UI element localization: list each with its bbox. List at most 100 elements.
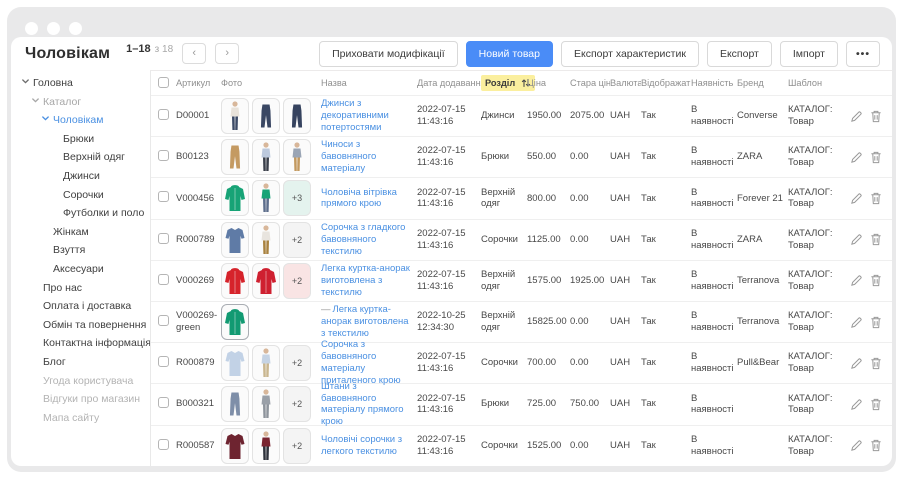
product-photo[interactable]: [252, 98, 280, 134]
column-header[interactable]: Стара ціна: [570, 78, 610, 88]
sidebar-item[interactable]: Чоловікам: [11, 111, 150, 130]
delete-icon[interactable]: [870, 110, 882, 123]
select-all-checkbox[interactable]: [158, 77, 169, 88]
sidebar-item[interactable]: Каталог: [11, 93, 150, 112]
edit-icon[interactable]: [850, 439, 863, 452]
delete-icon[interactable]: [870, 233, 882, 246]
delete-icon[interactable]: [870, 316, 882, 329]
sidebar-item[interactable]: Брюки: [11, 130, 150, 149]
row-checkbox[interactable]: [158, 315, 169, 326]
column-header[interactable]: Артикул: [176, 78, 221, 88]
product-photo[interactable]: [252, 180, 280, 216]
product-name-link[interactable]: Легка куртка-анорак виготовлена з тексти…: [321, 304, 409, 339]
product-name-link[interactable]: Чиноси з бавовняного матеріалу: [321, 139, 376, 174]
column-header[interactable]: Ціна: [527, 78, 570, 88]
column-header[interactable]: Шаблон: [788, 78, 846, 88]
row-checkbox[interactable]: [158, 356, 169, 367]
sidebar-item[interactable]: Взуття: [11, 241, 150, 260]
product-photo[interactable]: [221, 263, 249, 299]
sidebar-item[interactable]: Аксесуари: [11, 260, 150, 279]
sidebar-item[interactable]: Жінкам: [11, 223, 150, 242]
column-header[interactable]: Наявність: [691, 78, 737, 88]
sidebar-item[interactable]: Угода користувача: [11, 372, 150, 391]
edit-icon[interactable]: [850, 357, 863, 370]
row-checkbox[interactable]: [158, 109, 169, 120]
sidebar-item[interactable]: Джинси: [11, 167, 150, 186]
more-photos-badge[interactable]: +2: [283, 222, 311, 258]
prev-page-button[interactable]: ‹: [182, 43, 206, 64]
next-page-button[interactable]: ›: [215, 43, 239, 64]
product-photo[interactable]: [221, 386, 249, 422]
sidebar-item[interactable]: Про нас: [11, 279, 150, 298]
sidebar-item[interactable]: Головна: [11, 74, 150, 93]
edit-icon[interactable]: [850, 398, 863, 411]
product-photo[interactable]: [283, 98, 311, 134]
delete-icon[interactable]: [870, 274, 882, 287]
product-name-link[interactable]: Чоловіча вітрівка прямого крою: [321, 187, 397, 210]
product-photo[interactable]: [252, 428, 280, 464]
product-photo[interactable]: [252, 139, 280, 175]
product-name-link[interactable]: Чоловічі сорочки з легкого текстилю: [321, 434, 402, 457]
edit-icon[interactable]: [850, 233, 863, 246]
sidebar-item[interactable]: Верхній одяг: [11, 148, 150, 167]
more-photos-badge[interactable]: +2: [283, 263, 311, 299]
column-header[interactable]: Валюта: [610, 78, 641, 88]
more-photos-badge[interactable]: +2: [283, 428, 311, 464]
more-photos-badge[interactable]: +2: [283, 386, 311, 422]
sidebar-item[interactable]: Обмін та повернення: [11, 316, 150, 335]
product-photo[interactable]: [252, 386, 280, 422]
row-checkbox[interactable]: [158, 191, 169, 202]
product-photo[interactable]: [221, 180, 249, 216]
column-header[interactable]: Розділ: [481, 75, 527, 91]
product-name-link[interactable]: Сорочка з бавовняного матеріалу притален…: [321, 339, 401, 386]
product-photo[interactable]: [252, 345, 280, 381]
column-header[interactable]: Дата додавання: [417, 78, 481, 88]
edit-icon[interactable]: [850, 316, 863, 329]
edit-icon[interactable]: [850, 151, 863, 164]
import-button[interactable]: Імпорт: [780, 41, 838, 67]
sidebar-item[interactable]: Блог: [11, 353, 150, 372]
product-photo[interactable]: [221, 98, 249, 134]
more-photos-badge[interactable]: +3: [283, 180, 311, 216]
row-checkbox[interactable]: [158, 150, 169, 161]
sidebar-item[interactable]: Мапа сайту: [11, 409, 150, 428]
row-checkbox[interactable]: [158, 439, 169, 450]
product-photo[interactable]: [252, 222, 280, 258]
row-checkbox[interactable]: [158, 274, 169, 285]
column-header[interactable]: Фото: [221, 78, 321, 88]
new-product-button[interactable]: Новий товар: [466, 41, 553, 67]
delete-icon[interactable]: [870, 439, 882, 452]
product-name-link[interactable]: Штани з бавовняного матеріалу прямого кр…: [321, 381, 404, 428]
window-control-dot[interactable]: [25, 22, 38, 35]
edit-icon[interactable]: [850, 110, 863, 123]
sidebar-item[interactable]: Відгуки про магазин: [11, 390, 150, 409]
product-photo[interactable]: [221, 222, 249, 258]
sidebar-item[interactable]: Оплата і доставка: [11, 297, 150, 316]
sidebar-item[interactable]: Контактна інформація: [11, 334, 150, 353]
sidebar-item[interactable]: Футболки и поло: [11, 204, 150, 223]
product-photo[interactable]: [252, 263, 280, 299]
delete-icon[interactable]: [870, 357, 882, 370]
product-photo[interactable]: [221, 304, 249, 340]
more-photos-badge[interactable]: +2: [283, 345, 311, 381]
window-control-dot[interactable]: [69, 22, 82, 35]
product-photo[interactable]: [283, 139, 311, 175]
product-name-link[interactable]: Джинси з декоративними потертостями: [321, 98, 389, 133]
product-photo[interactable]: [221, 428, 249, 464]
edit-icon[interactable]: [850, 192, 863, 205]
product-name-link[interactable]: Легка куртка-анорак виготовлена з тексти…: [321, 263, 410, 298]
row-checkbox[interactable]: [158, 397, 169, 408]
window-control-dot[interactable]: [47, 22, 60, 35]
column-header[interactable]: Відображати: [641, 78, 691, 88]
hide-modifications-button[interactable]: Приховати модифікації: [319, 41, 458, 67]
product-name-link[interactable]: Сорочка з гладкого бавовняного текстилю: [321, 222, 405, 257]
product-photo[interactable]: [221, 345, 249, 381]
export-characteristics-button[interactable]: Експорт характеристик: [561, 41, 699, 67]
delete-icon[interactable]: [870, 398, 882, 411]
edit-icon[interactable]: [850, 274, 863, 287]
delete-icon[interactable]: [870, 192, 882, 205]
more-actions-button[interactable]: •••: [846, 41, 880, 67]
column-header[interactable]: Назва: [321, 78, 417, 88]
delete-icon[interactable]: [870, 151, 882, 164]
row-checkbox[interactable]: [158, 233, 169, 244]
